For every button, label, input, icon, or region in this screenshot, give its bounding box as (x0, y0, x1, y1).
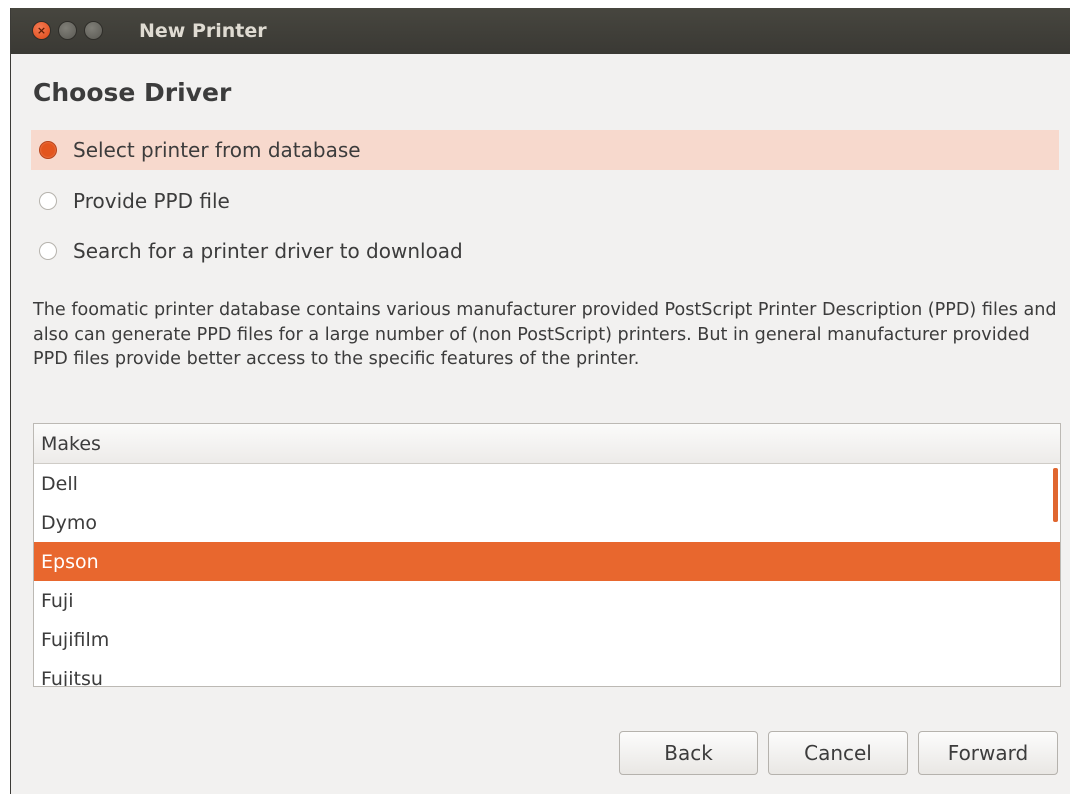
makes-column-header[interactable]: Makes (34, 424, 1060, 464)
new-printer-window: × New Printer Choose Driver Select print… (10, 8, 1070, 794)
forward-button[interactable]: Forward (918, 731, 1058, 775)
title-bar[interactable]: × New Printer (11, 8, 1070, 54)
back-button[interactable]: Back (619, 731, 758, 775)
close-icon: × (36, 24, 47, 37)
list-scrollbar[interactable] (1053, 468, 1058, 522)
list-item-fujitsu[interactable]: Fujitsu (34, 659, 1060, 687)
option-search-driver-download[interactable]: Search for a printer driver to download (31, 231, 1059, 271)
list-item-epson[interactable]: Epson (34, 542, 1060, 581)
radio-button-checked[interactable] (39, 141, 57, 159)
list-item-fuji[interactable]: Fuji (34, 581, 1060, 620)
radio-button-unchecked[interactable] (39, 192, 57, 210)
list-item-dell[interactable]: Dell (34, 464, 1060, 503)
option-label: Provide PPD file (73, 189, 230, 213)
cancel-button[interactable]: Cancel (768, 731, 908, 775)
option-select-from-database[interactable]: Select printer from database (31, 130, 1059, 170)
option-provide-ppd-file[interactable]: Provide PPD file (31, 181, 1059, 221)
minimize-icon (59, 22, 76, 39)
option-label: Search for a printer driver to download (73, 239, 463, 263)
database-description: The foomatic printer database contains v… (33, 300, 1057, 369)
radio-button-unchecked[interactable] (39, 242, 57, 260)
maximize-icon (85, 22, 102, 39)
list-item-dymo[interactable]: Dymo (34, 503, 1060, 542)
maximize-window-button[interactable] (84, 21, 103, 40)
list-item-fujifilm[interactable]: Fujifilm (34, 620, 1060, 659)
makes-list[interactable]: Makes Dell Dymo Epson Fuji Fujifilm Fuji… (33, 423, 1061, 687)
option-label: Select printer from database (73, 138, 361, 162)
minimize-window-button[interactable] (58, 21, 77, 40)
window-title: New Printer (139, 20, 267, 42)
page-title: Choose Driver (33, 78, 232, 107)
close-window-button[interactable]: × (32, 21, 51, 40)
